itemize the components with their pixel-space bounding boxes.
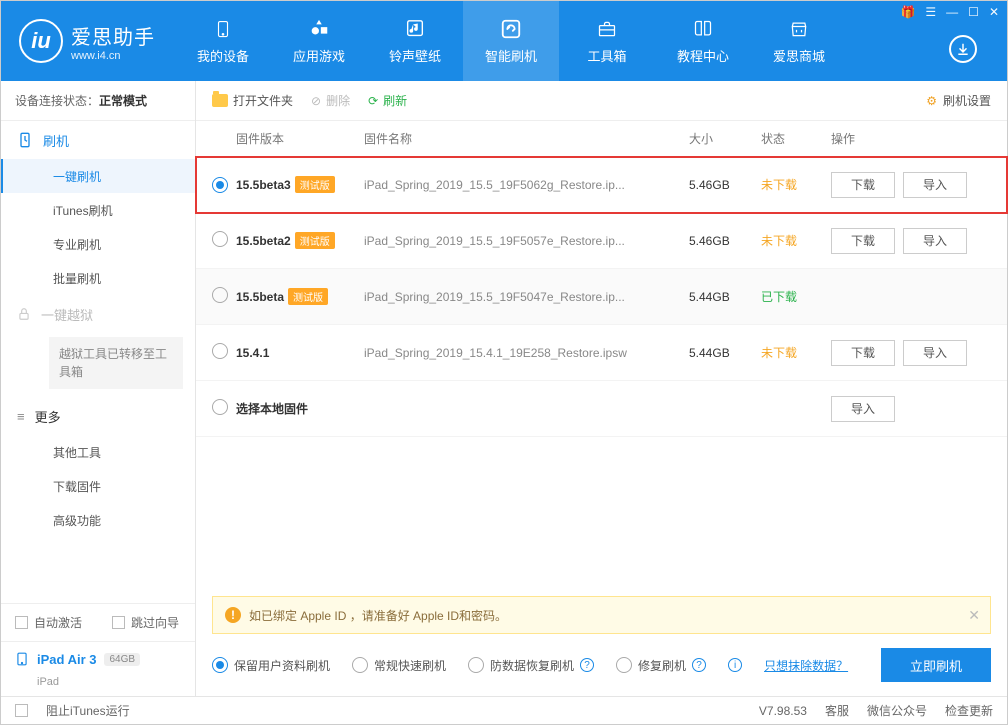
sidebar-more[interactable]: ≡更多 — [1, 397, 195, 435]
delete-icon: ⊘ — [311, 94, 321, 108]
import-button[interactable]: 导入 — [903, 228, 967, 254]
firmware-row[interactable]: 选择本地固件导入 — [196, 381, 1007, 437]
jailbreak-note: 越狱工具已转移至工具箱 — [49, 337, 183, 389]
flash-icon — [498, 18, 524, 40]
import-button[interactable]: 导入 — [831, 396, 895, 422]
gift-icon[interactable]: 🎁 — [900, 5, 915, 19]
firmware-row[interactable]: 15.5beta测试版iPad_Spring_2019_15.5_19F5047… — [196, 269, 1007, 325]
sidebar-sub[interactable]: 一键刷机 — [1, 159, 195, 193]
open-folder-button[interactable]: 打开文件夹 — [212, 92, 293, 109]
device-name-row[interactable]: iPad Air 3 64GB — [1, 641, 195, 676]
downloads-icon[interactable] — [949, 35, 977, 63]
firmware-row[interactable]: 15.5beta3测试版iPad_Spring_2019_15.5_19F506… — [196, 157, 1007, 213]
import-button[interactable]: 导入 — [903, 172, 967, 198]
sidebar-sub[interactable]: 批量刷机 — [1, 261, 195, 295]
warning-icon: ! — [225, 607, 241, 623]
row-radio[interactable] — [212, 399, 228, 415]
help-icon[interactable]: ? — [580, 658, 594, 672]
top-nav: 我的设备应用游戏铃声壁纸智能刷机工具箱教程中心爱思商城 — [175, 1, 1007, 81]
download-button[interactable]: 下载 — [831, 228, 895, 254]
content: 打开文件夹 ⊘删除 ⟳刷新 ⚙刷机设置 固件版本 固件名称 大小 状态 操作 1… — [196, 81, 1007, 696]
music-icon — [402, 18, 428, 40]
refresh-button[interactable]: ⟳刷新 — [368, 92, 407, 109]
wechat-link[interactable]: 微信公众号 — [867, 702, 927, 719]
download-button[interactable]: 下载 — [831, 340, 895, 366]
nav-phone[interactable]: 我的设备 — [175, 1, 271, 81]
gear-icon: ⚙ — [926, 94, 937, 108]
sidebar: 设备连接状态：正常模式 刷机 一键刷机iTunes刷机专业刷机批量刷机 一键越狱… — [1, 81, 196, 696]
appleid-notice: ! 如已绑定 Apple ID ，请准备好 Apple ID和密码。 ✕ — [212, 596, 991, 634]
shop-icon — [786, 18, 812, 40]
nav-toolbox[interactable]: 工具箱 — [559, 1, 655, 81]
flash-now-button[interactable]: 立即刷机 — [881, 648, 991, 682]
book-icon — [690, 18, 716, 40]
header: iu 爱思助手 www.i4.cn 我的设备应用游戏铃声壁纸智能刷机工具箱教程中… — [1, 1, 1007, 81]
row-radio[interactable] — [212, 231, 228, 247]
folder-icon — [212, 94, 228, 107]
close-icon[interactable]: ✕ — [989, 5, 999, 19]
info-icon[interactable]: i — [728, 658, 742, 672]
firmware-list: 15.5beta3测试版iPad_Spring_2019_15.5_19F506… — [196, 157, 1007, 437]
auto-activate-checkbox[interactable] — [15, 616, 28, 629]
help-icon[interactable]: ? — [692, 658, 706, 672]
nav-shop[interactable]: 爱思商城 — [751, 1, 847, 81]
connection-status: 设备连接状态：正常模式 — [1, 81, 195, 121]
app-url: www.i4.cn — [71, 50, 155, 62]
minimize-icon[interactable]: — — [946, 5, 958, 19]
firmware-row[interactable]: 15.4.1iPad_Spring_2019_15.4.1_19E258_Res… — [196, 325, 1007, 381]
beta-tag: 测试版 — [295, 176, 335, 193]
nav-book[interactable]: 教程中心 — [655, 1, 751, 81]
beta-tag: 测试版 — [295, 232, 335, 249]
flash-settings-button[interactable]: ⚙刷机设置 — [926, 92, 991, 109]
notice-close-icon[interactable]: ✕ — [968, 607, 980, 624]
version-label: V7.98.53 — [759, 704, 807, 718]
toolbar: 打开文件夹 ⊘删除 ⟳刷新 ⚙刷机设置 — [196, 81, 1007, 121]
erase-link[interactable]: 只想抹除数据？ — [764, 657, 848, 674]
statusbar: 阻止iTunes运行 V7.98.53 客服 微信公众号 检查更新 — [1, 696, 1007, 724]
nav-apps[interactable]: 应用游戏 — [271, 1, 367, 81]
sidebar-sub[interactable]: iTunes刷机 — [1, 193, 195, 227]
storage-badge: 64GB — [104, 653, 140, 666]
skip-guide-checkbox[interactable] — [112, 616, 125, 629]
window-controls: 🎁 ☰ — ☐ ✕ — [900, 5, 999, 19]
block-itunes-label: 阻止iTunes运行 — [46, 702, 130, 719]
auto-activate-label: 自动激活 — [34, 614, 82, 631]
maximize-icon[interactable]: ☐ — [968, 5, 979, 19]
import-button[interactable]: 导入 — [903, 340, 967, 366]
block-itunes-checkbox[interactable] — [15, 704, 28, 717]
check-update-link[interactable]: 检查更新 — [945, 702, 993, 719]
skip-guide-label: 跳过向导 — [131, 614, 179, 631]
sidebar-flash[interactable]: 刷机 — [1, 121, 195, 159]
row-radio[interactable] — [212, 287, 228, 303]
nav-flash[interactable]: 智能刷机 — [463, 1, 559, 81]
download-button[interactable]: 下载 — [831, 172, 895, 198]
refresh-icon: ⟳ — [368, 94, 378, 108]
sidebar-sub[interactable]: 下载固件 — [1, 469, 195, 503]
sidebar-jailbreak: 一键越狱 — [1, 295, 195, 333]
nav-music[interactable]: 铃声壁纸 — [367, 1, 463, 81]
firmware-row[interactable]: 15.5beta2测试版iPad_Spring_2019_15.5_19F505… — [196, 213, 1007, 269]
opt-normal[interactable]: 常规快速刷机 — [352, 657, 446, 674]
device-type: iPad — [1, 676, 195, 696]
apps-icon — [306, 18, 332, 40]
kefu-link[interactable]: 客服 — [825, 702, 849, 719]
sidebar-sub[interactable]: 高级功能 — [1, 503, 195, 537]
row-radio[interactable] — [212, 177, 228, 193]
opt-repair[interactable]: 修复刷机? — [616, 657, 706, 674]
flash-options: 保留用户资料刷机 常规快速刷机 防数据恢复刷机? 修复刷机? i 只想抹除数据？… — [196, 634, 1007, 696]
sidebar-sub[interactable]: 专业刷机 — [1, 227, 195, 261]
logo-icon: iu — [19, 19, 63, 63]
logo-area: iu 爱思助手 www.i4.cn — [1, 1, 175, 81]
opt-recover[interactable]: 防数据恢复刷机? — [468, 657, 594, 674]
app-title: 爱思助手 — [71, 21, 155, 50]
column-headers: 固件版本 固件名称 大小 状态 操作 — [196, 121, 1007, 157]
phone-icon — [210, 18, 236, 40]
row-radio[interactable] — [212, 343, 228, 359]
sidebar-sub[interactable]: 其他工具 — [1, 435, 195, 469]
beta-tag: 测试版 — [288, 288, 328, 305]
opt-keep-data[interactable]: 保留用户资料刷机 — [212, 657, 330, 674]
delete-button: ⊘删除 — [311, 92, 350, 109]
menu-icon[interactable]: ☰ — [925, 5, 936, 19]
toolbox-icon — [594, 18, 620, 40]
